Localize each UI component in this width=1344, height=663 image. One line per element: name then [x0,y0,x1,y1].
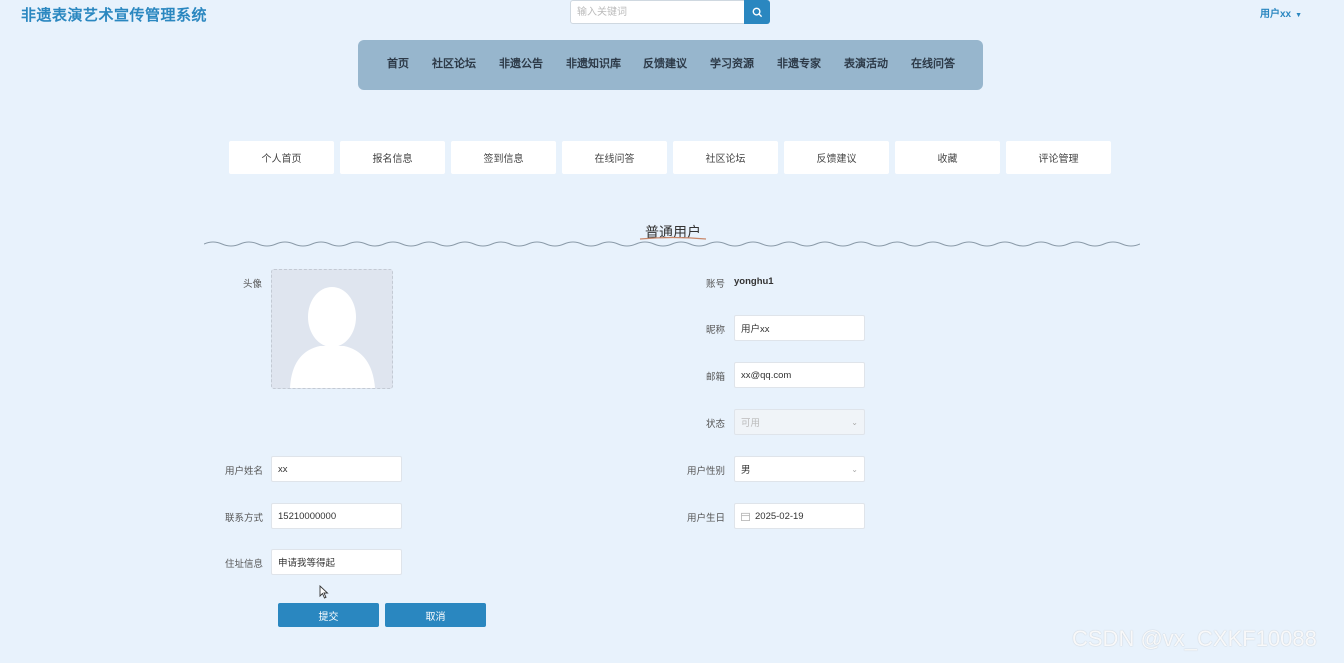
calendar-icon [741,512,750,521]
name-field[interactable] [271,456,402,482]
search-button[interactable] [744,0,770,24]
nav-item-feedback[interactable]: 反馈建议 [643,40,687,90]
account-value: yonghu1 [734,276,774,287]
subnav-profile[interactable]: 个人首页 [229,141,334,174]
account-label: 账号 [706,279,726,290]
avatar-label: 头像 [243,279,263,290]
caret-down-icon: ▼ [1295,12,1303,19]
avatar-placeholder-icon [290,287,375,388]
wave-divider [204,236,1140,247]
nav-item-qa[interactable]: 在线问答 [911,40,955,90]
status-label: 状态 [706,419,726,430]
submit-button[interactable]: 提交 [278,603,379,627]
subnav-qa[interactable]: 在线问答 [562,141,667,174]
gender-label: 用户性别 [687,466,726,477]
mouse-cursor-icon [319,585,329,599]
nav-item-knowledge[interactable]: 非遗知识库 [566,40,621,90]
status-value: 可用 [741,418,761,429]
email-field[interactable] [734,362,865,388]
nav-item-experts[interactable]: 非遗专家 [777,40,821,90]
gender-value: 男 [741,465,751,476]
main-nav: 首页 社区论坛 非遗公告 非遗知识库 反馈建议 学习资源 非遗专家 表演活动 在… [358,40,983,90]
address-field[interactable] [271,549,402,575]
app-title: 非遗表演艺术宣传管理系统 [21,7,208,24]
search-icon [752,7,762,17]
birthday-picker[interactable]: 2025-02-19 [734,503,865,529]
subnav-forum[interactable]: 社区论坛 [673,141,778,174]
nav-item-forum[interactable]: 社区论坛 [432,40,476,90]
nav-item-activities[interactable]: 表演活动 [844,40,888,90]
phone-label: 联系方式 [225,513,264,524]
birthday-value: 2025-02-19 [755,510,804,522]
address-label: 住址信息 [225,559,264,570]
user-menu[interactable]: 用户xx ▼ [1260,5,1302,20]
subnav-feedback[interactable]: 反馈建议 [784,141,889,174]
nickname-field[interactable] [734,315,865,341]
subnav-favorites[interactable]: 收藏 [895,141,1000,174]
email-label: 邮箱 [706,372,726,383]
cancel-button[interactable]: 取消 [385,603,486,627]
nickname-label: 昵称 [706,325,726,336]
nav-item-home[interactable]: 首页 [387,40,409,90]
search-input[interactable] [570,0,746,24]
subnav-registration[interactable]: 报名信息 [340,141,445,174]
status-select: 可用 ⌄ [734,409,865,435]
name-label: 用户姓名 [225,466,264,477]
gender-select[interactable]: 男 ⌄ [734,456,865,482]
subnav-comments[interactable]: 评论管理 [1006,141,1111,174]
birthday-label: 用户生日 [687,513,726,524]
chevron-down-icon: ⌄ [851,417,858,427]
user-name: 用户xx [1260,9,1292,20]
subnav-checkin[interactable]: 签到信息 [451,141,556,174]
phone-field[interactable] [271,503,402,529]
avatar-upload[interactable] [271,269,393,389]
watermark: CSDN @vx_CXKF10088 [1072,626,1317,651]
nav-item-resources[interactable]: 学习资源 [710,40,754,90]
nav-item-notice[interactable]: 非遗公告 [499,40,543,90]
chevron-down-icon: ⌄ [851,464,858,474]
